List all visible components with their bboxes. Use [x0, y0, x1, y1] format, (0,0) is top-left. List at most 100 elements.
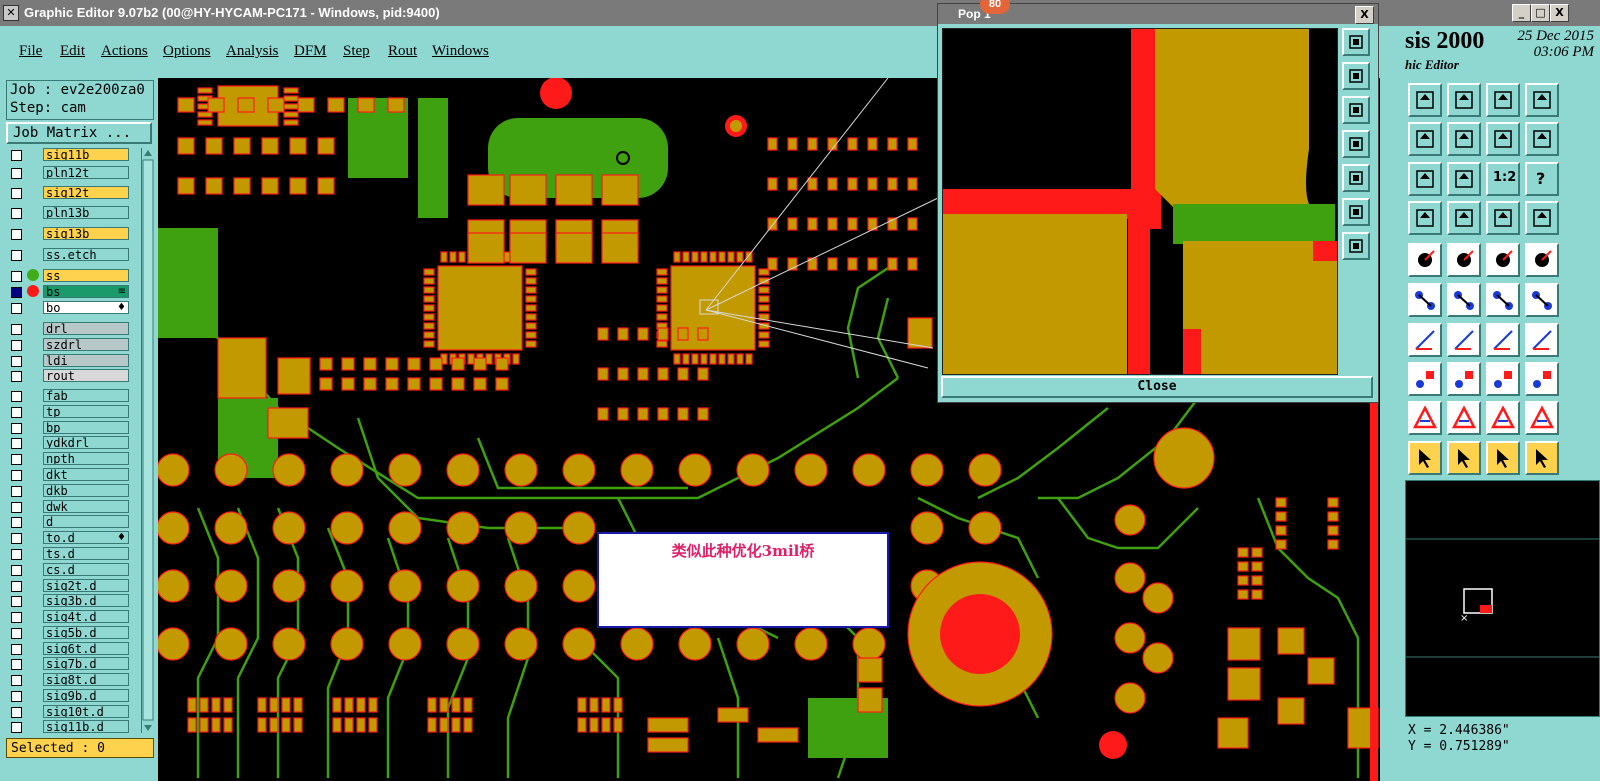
help-icon[interactable]: ? [1525, 162, 1559, 196]
layer-name[interactable]: sig11b [43, 148, 129, 161]
menu-options[interactable]: Options [163, 43, 211, 60]
layers-alt-icon[interactable] [1525, 201, 1559, 235]
layer-checkbox[interactable] [11, 454, 22, 465]
layer-name[interactable]: sig12t [43, 186, 129, 199]
mirror-icon[interactable] [1525, 122, 1559, 156]
layer-name[interactable]: szdrl [43, 338, 129, 351]
measure-icon[interactable] [1447, 243, 1481, 277]
snap-icon[interactable] [1408, 201, 1442, 235]
job-matrix-button[interactable]: Job Matrix ... [6, 122, 152, 144]
layer-checkbox[interactable] [11, 423, 22, 434]
layer-row[interactable]: bp [6, 421, 140, 435]
layer-name[interactable]: dkt [43, 468, 129, 481]
menu-dfm[interactable]: DFM [294, 43, 327, 60]
layer-checkbox[interactable] [11, 533, 22, 544]
layer-name[interactable]: ss [43, 269, 129, 282]
layer-checkbox[interactable] [11, 356, 22, 367]
layer-row[interactable]: bo ♦ [6, 301, 140, 315]
layer-row[interactable]: d [6, 515, 140, 529]
layer-checkbox[interactable] [11, 168, 22, 179]
popup-close-button[interactable]: Close [941, 376, 1373, 398]
layer-name[interactable]: to.d ♦ [43, 531, 129, 544]
layer-work-dot-icon[interactable] [27, 269, 39, 281]
layer-row[interactable]: fab [6, 389, 140, 403]
layer-name[interactable]: sig5b.d [43, 626, 129, 639]
layer-checkbox[interactable] [11, 391, 22, 402]
layer-name[interactable]: bo ♦ [43, 301, 129, 314]
layer-name[interactable]: dkb [43, 484, 129, 497]
layer-row[interactable]: ydkdrl [6, 436, 140, 450]
layer-row[interactable]: sig11b [6, 148, 140, 162]
flip-icon[interactable] [1525, 323, 1559, 357]
select-net-icon[interactable] [1525, 441, 1559, 475]
menu-file[interactable]: File [19, 43, 42, 60]
layer-row[interactable]: sig11b.d [6, 720, 140, 733]
layer-row[interactable]: pln13b [6, 206, 140, 220]
layer-name[interactable]: ss.etch [43, 248, 129, 261]
layer-row[interactable]: szdrl [6, 338, 140, 352]
layer-row[interactable]: sig12t [6, 186, 140, 200]
layer-checkbox[interactable] [11, 340, 22, 351]
menu-edit[interactable]: Edit [60, 43, 85, 60]
center-icon[interactable] [1447, 162, 1481, 196]
connect-icon[interactable] [1408, 283, 1442, 317]
layer-checkbox[interactable] [11, 250, 22, 261]
layer-name[interactable]: sig4t.d [43, 610, 129, 623]
layer-row[interactable]: sig13b [6, 227, 140, 241]
layer-row[interactable]: ts.d [6, 547, 140, 561]
layer-checkbox[interactable] [11, 517, 22, 528]
fit-all-icon[interactable] [1342, 198, 1370, 226]
layer-row[interactable]: to.d ♦ [6, 531, 140, 545]
layer-name[interactable]: drl [43, 322, 129, 335]
layer-checkbox[interactable] [11, 324, 22, 335]
add-line-icon[interactable] [1447, 362, 1481, 396]
zoom-in-icon[interactable] [1342, 62, 1370, 90]
undo-icon[interactable] [1486, 323, 1520, 357]
layer-row[interactable]: dwk [6, 500, 140, 514]
layer-name[interactable]: npth [43, 452, 129, 465]
layer-row[interactable]: sig10t.d [6, 705, 140, 719]
layer-checkbox[interactable] [11, 628, 22, 639]
triangle-edit-icon[interactable] [1447, 401, 1481, 435]
layer-checkbox[interactable] [11, 644, 22, 655]
pan-left-icon[interactable] [1408, 122, 1442, 156]
layer-checkbox[interactable] [11, 303, 22, 314]
add-pad-icon[interactable] [1408, 362, 1442, 396]
layer-checkbox[interactable] [11, 549, 22, 560]
layer-row[interactable]: sig6t.d [6, 642, 140, 656]
pad-icon[interactable] [1408, 243, 1442, 277]
layer-checkbox[interactable] [11, 407, 22, 418]
zoom-out-icon[interactable] [1342, 96, 1370, 124]
close-window-button[interactable]: X [1550, 4, 1569, 22]
layer-name[interactable]: sig2t.d [43, 579, 129, 592]
layer-name[interactable]: bp [43, 421, 129, 434]
layer-checkbox[interactable] [11, 581, 22, 592]
layer-name[interactable]: sig8t.d [43, 673, 129, 686]
layer-name[interactable]: sig6t.d [43, 642, 129, 655]
open-view-icon[interactable] [1408, 83, 1442, 117]
layer-name[interactable]: pln13b [43, 206, 129, 219]
delete-icon[interactable] [1447, 283, 1481, 317]
layer-row[interactable]: tp [6, 405, 140, 419]
layer-checkbox[interactable] [11, 287, 22, 298]
fit-selected-icon[interactable] [1342, 232, 1370, 260]
app-icon[interactable]: ✕ [3, 5, 19, 21]
layer-row[interactable]: npth [6, 452, 140, 466]
triangle-a-icon[interactable] [1486, 401, 1520, 435]
layer-name[interactable]: sig7b.d [43, 657, 129, 670]
layer-row[interactable]: sig4t.d [6, 610, 140, 624]
layer-name[interactable]: dwk [43, 500, 129, 513]
layer-name[interactable]: sig3b.d [43, 594, 129, 607]
triangle-b-icon[interactable] [1525, 401, 1559, 435]
layer-row[interactable]: sig8t.d [6, 673, 140, 687]
layer-work-dot-icon[interactable] [27, 285, 39, 297]
layer-row[interactable]: ldi [6, 354, 140, 368]
layer-checkbox[interactable] [11, 596, 22, 607]
select-icon[interactable] [1408, 441, 1442, 475]
zoom-home-icon[interactable] [1342, 28, 1370, 56]
move-icon[interactable] [1486, 283, 1520, 317]
layer-name[interactable]: cs.d [43, 563, 129, 576]
layer-row[interactable]: sig9b.d [6, 689, 140, 703]
layer-checkbox[interactable] [11, 271, 22, 282]
layer-row[interactable]: bs ≡ [6, 285, 140, 299]
